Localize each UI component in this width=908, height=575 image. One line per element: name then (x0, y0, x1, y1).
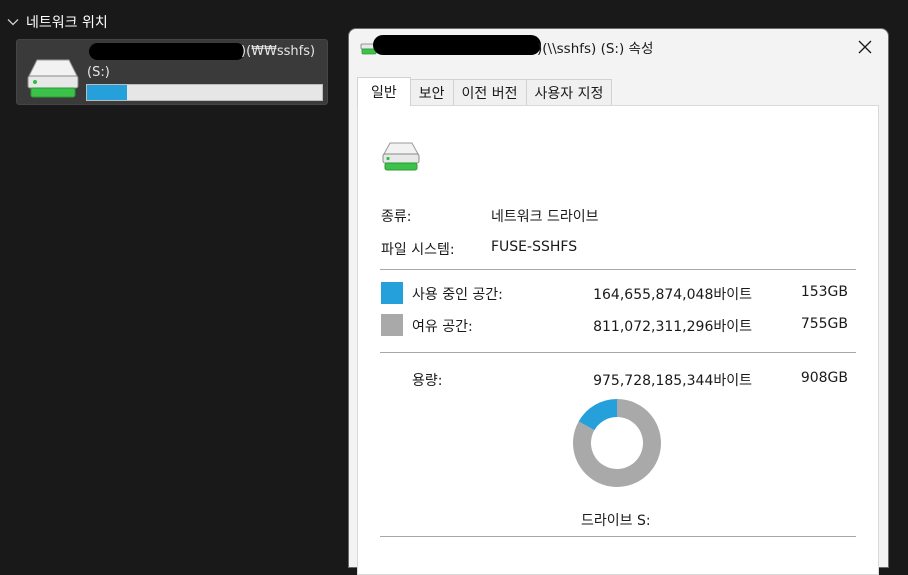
drive-usage-bar (86, 84, 323, 101)
drive-letter: (S:) (87, 65, 110, 80)
title-bar[interactable]: )(\\sshfs) (S:) 속성 (349, 29, 888, 65)
general-tab-panel: 종류: 네트워크 드라이브 파일 시스템: FUSE-SSHFS 사용 중인 공… (357, 105, 879, 575)
drive-name: )(₩₩sshfs) (241, 44, 316, 59)
usage-donut-chart (573, 399, 661, 487)
capacity-bytes: 975,728,185,344바이트 (593, 373, 752, 389)
network-drive-icon (382, 142, 420, 171)
separator (380, 269, 856, 270)
filesystem-label: 파일 시스템: (381, 242, 455, 258)
type-label: 종류: (381, 209, 412, 225)
network-drive-icon (27, 59, 79, 98)
tab-previous-versions[interactable]: 이전 버전 (452, 79, 527, 106)
capacity-label: 용량: (412, 373, 443, 389)
network-locations-header[interactable]: 네트워크 위치 (6, 11, 108, 33)
used-space-bytes: 164,655,874,048바이트 (593, 287, 752, 303)
tab-bar: 일반 보안 이전 버전 사용자 지정 (357, 77, 613, 106)
redacted-text (89, 43, 245, 60)
chevron-down-icon (7, 19, 19, 26)
capacity-size: 908GB (800, 370, 848, 386)
used-space-label: 사용 중인 공간: (412, 287, 503, 303)
dialog-title: )(\\sshfs) (S:) 속성 (537, 41, 654, 57)
free-space-swatch (381, 314, 403, 336)
tab-general[interactable]: 일반 (357, 77, 411, 106)
separator (380, 352, 856, 353)
close-icon[interactable] (857, 39, 873, 55)
type-value: 네트워크 드라이브 (491, 209, 599, 225)
free-space-label: 여유 공간: (412, 319, 473, 335)
network-drive-tile[interactable]: )(₩₩sshfs) (S:) (16, 39, 328, 105)
used-space-size: 153GB (800, 284, 848, 300)
used-space-swatch (381, 282, 403, 304)
tab-security[interactable]: 보안 (409, 79, 454, 106)
tab-customize[interactable]: 사용자 지정 (525, 79, 613, 106)
redacted-text (373, 35, 541, 55)
free-space-bytes: 811,072,311,296바이트 (593, 319, 752, 335)
filesystem-value: FUSE-SSHFS (491, 239, 578, 255)
drive-label: 드라이브 S: (581, 513, 651, 529)
properties-dialog: )(\\sshfs) (S:) 속성 일반 보안 이전 버전 사용자 지정 종류… (348, 28, 889, 575)
separator (380, 536, 856, 537)
drive-usage-fill (87, 85, 127, 100)
free-space-size: 755GB (800, 316, 848, 332)
section-label: 네트워크 위치 (26, 15, 108, 31)
